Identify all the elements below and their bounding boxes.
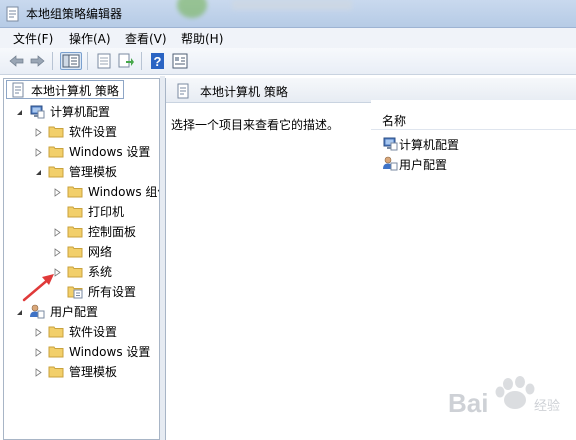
tree-node-user-admin-templates[interactable]: 管理模板 [4,361,159,381]
policy-editor-icon [5,6,21,22]
description-text: 选择一个项目来查看它的描述。 [171,118,340,132]
help-icon[interactable]: ? [149,52,167,70]
folder-icon [67,223,83,239]
computer-icon [382,135,398,151]
user-icon [29,303,45,319]
folder-icon [67,183,83,199]
settings-folder-icon [67,283,83,299]
tree-node-label: 计算机配置 [50,105,111,119]
folder-icon [48,343,64,359]
tree-node-label: 系统 [88,265,113,279]
tree-node-label: 本地计算机 策略 [31,84,119,98]
folder-icon [48,163,64,179]
expanded-arrow-icon[interactable] [15,306,24,315]
collapsed-arrow-icon[interactable] [34,126,43,137]
folder-icon [67,203,83,219]
menu-help[interactable]: 帮助(H) [181,30,223,47]
annotation-arrow [22,274,54,302]
watermark-text: Bai [448,388,488,418]
window-title: 本地组策略编辑器 [26,7,123,21]
forward-arrow-icon[interactable] [28,52,46,70]
toolbar-separator [141,52,142,70]
tree-node-admin-templates[interactable]: 管理模板 [4,161,159,181]
policy-document-icon [10,82,26,98]
tree-node-printers[interactable]: 打印机 [4,201,159,221]
tree-node-user-windows-settings[interactable]: Windows 设置 [4,341,159,361]
menu-action[interactable]: 操作(A) [69,30,111,47]
blurred-overlay [177,0,207,18]
tree-node-label: Windows 设置 [69,145,151,159]
menu-file[interactable]: 文件(F) [13,30,53,47]
list-item-label: 用户配置 [399,158,448,172]
properties-icon[interactable] [95,52,113,70]
back-arrow-icon[interactable] [8,52,26,70]
computer-icon [29,103,45,119]
tree-node-label: 软件设置 [69,325,118,339]
folder-icon [67,263,83,279]
folder-icon [67,243,83,259]
collapsed-arrow-icon[interactable] [34,146,43,157]
tree-node-label: 控制面板 [88,225,137,239]
export-list-icon[interactable] [117,52,135,70]
baidu-watermark: Bai 经验 [448,376,560,418]
tree-node-root[interactable]: 本地计算机 策略 [4,80,159,100]
tree-node-label: 网络 [88,245,113,259]
tree-node-user-software-settings[interactable]: 软件设置 [4,321,159,341]
title-bar: 本地组策略编辑器 [0,0,576,28]
user-icon [382,155,398,171]
collapsed-arrow-icon[interactable] [53,226,62,237]
collapsed-arrow-icon[interactable] [53,246,62,257]
folder-icon [48,143,64,159]
tree-node-control-panel[interactable]: 控制面板 [4,221,159,241]
details-title: 本地计算机 策略 [200,85,288,99]
tree-node-label: 管理模板 [69,165,118,179]
toolbar: ? [0,48,576,75]
tree-node-label: 打印机 [88,205,125,219]
tree-node-windows-settings[interactable]: Windows 设置 [4,141,159,161]
folder-icon [48,323,64,339]
list-item-user-config[interactable]: 用户配置 [382,153,562,173]
tree-node-label: 软件设置 [69,125,118,139]
tree-node-software-settings[interactable]: 软件设置 [4,121,159,141]
policy-document-icon [176,83,190,99]
tree-node-user-config[interactable]: 用户配置 [4,301,159,321]
tree-node-label: Windows 设置 [69,345,151,359]
console-tree: 本地计算机 策略 计算机配置 软件设置 Windows 设置 管理模板 Wind… [3,78,160,440]
tree-node-computer-config[interactable]: 计算机配置 [4,101,159,121]
expanded-arrow-icon[interactable] [15,106,24,115]
menu-bar: 文件(F) 操作(A) 查看(V) 帮助(H) [0,28,576,48]
column-header-name[interactable]: 名称 [371,108,576,130]
svg-text:?: ? [154,54,162,69]
list-item-label: 计算机配置 [399,138,460,152]
toolbar-separator [52,52,53,70]
collapsed-arrow-icon[interactable] [34,346,43,357]
collapsed-arrow-icon[interactable] [53,186,62,197]
watermark-subtext: 经验 [534,398,560,414]
list-item-computer-config[interactable]: 计算机配置 [382,133,562,153]
view-icon[interactable] [171,52,189,70]
menu-view[interactable]: 查看(V) [125,30,167,47]
tree-node-label: 所有设置 [88,285,137,299]
expanded-arrow-icon[interactable] [34,166,43,175]
tree-node-network[interactable]: 网络 [4,241,159,261]
tree-node-label: 用户配置 [50,305,99,319]
folder-icon [48,123,64,139]
collapsed-arrow-icon[interactable] [34,366,43,377]
show-hide-tree-icon[interactable] [60,52,82,70]
tree-node-windows-components[interactable]: Windows 组件 [4,181,159,201]
tree-node-label: Windows 组件 [88,185,159,199]
column-header-label: 名称 [382,114,407,128]
blurred-overlay-text [232,0,352,10]
folder-icon [48,363,64,379]
collapsed-arrow-icon[interactable] [34,326,43,337]
tree-node-label: 管理模板 [69,365,118,379]
toolbar-separator [87,52,88,70]
